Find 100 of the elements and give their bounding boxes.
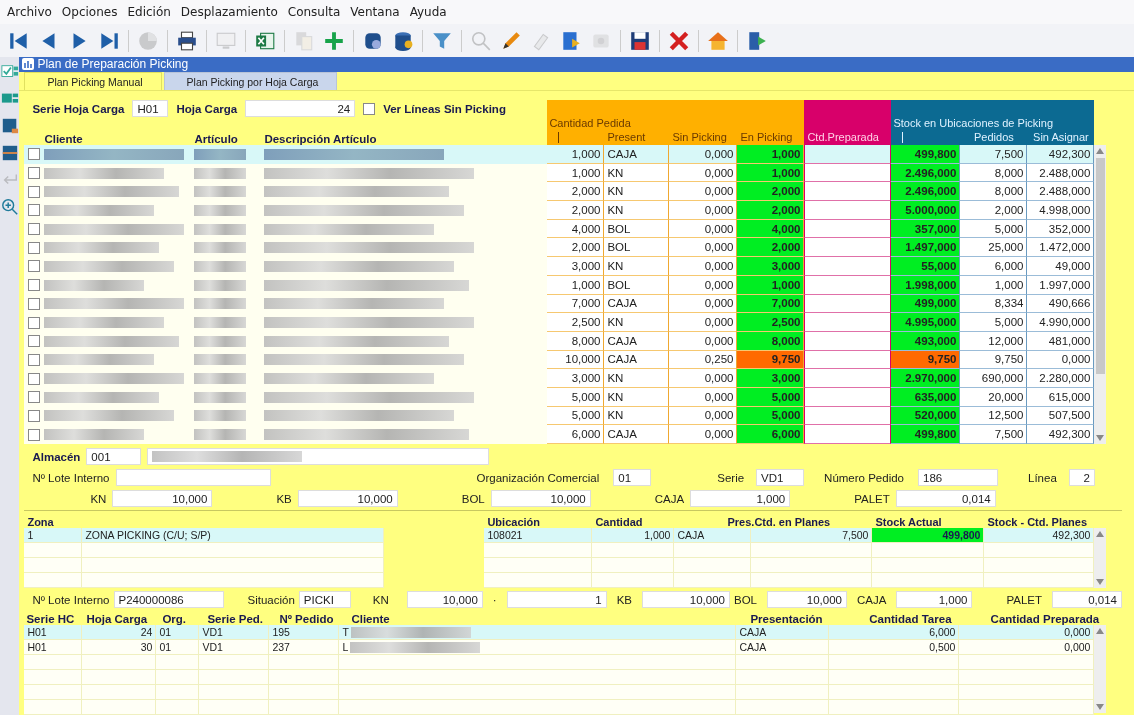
- table-row[interactable]: 2,000 KN 0,000 2,000 2.496,000 8,000 2.488,000: [24, 182, 1095, 202]
- input-field[interactable]: 10,000: [406, 591, 483, 608]
- input-field[interactable]: H01: [132, 100, 169, 117]
- menu-item[interactable]: Desplazamiento: [179, 4, 279, 20]
- group-title: Stock en Ubicaciones de Picking: [892, 117, 1054, 129]
- table-cell: 6,000: [547, 425, 605, 444]
- table-cell: 499,800: [872, 528, 985, 543]
- menu-item[interactable]: Archivo: [6, 4, 53, 20]
- field-label: Situación: [247, 593, 295, 606]
- column-header: Ubicación: [487, 516, 541, 528]
- table-cell: 6,000: [737, 425, 805, 444]
- table-cell: 0,000: [669, 238, 738, 258]
- table-cell: 1.497,000: [891, 238, 961, 258]
- table-cell: VD1: [199, 640, 270, 655]
- table-cell: 55,000: [891, 257, 961, 276]
- table-cell: 2,000: [737, 238, 805, 258]
- table-cell: 1.472,000: [1027, 238, 1095, 258]
- menu-item[interactable]: Edición: [126, 4, 172, 20]
- input-field[interactable]: 24: [245, 100, 356, 117]
- table-cell: L: [342, 641, 349, 653]
- table-cell: 3,000: [737, 369, 805, 388]
- table-cell: 2,000: [737, 201, 805, 220]
- table-cell: 0,000: [669, 145, 738, 164]
- table-cell: 492,300: [984, 528, 1095, 543]
- input-field[interactable]: 10,000: [297, 490, 398, 507]
- table-row[interactable]: 2,500 KN 0,000 2,500 4.995,000 5,000 4.990,000: [24, 313, 1095, 332]
- input-field[interactable]: 1,000: [896, 591, 973, 608]
- input-field[interactable]: 186: [918, 469, 998, 486]
- field-label: Número Pedido: [824, 471, 904, 484]
- table-cell: 2.488,000: [1027, 182, 1095, 202]
- table-cell: 3,000: [547, 369, 605, 388]
- table-cell: 492,300: [1027, 425, 1095, 444]
- input-field[interactable]: 10,000: [490, 490, 591, 507]
- table-cell: 4.998,000: [1027, 201, 1095, 220]
- table-cell: 0,000: [959, 640, 1095, 655]
- table-cell: 2,500: [737, 313, 805, 332]
- table-cell: 1,000: [592, 528, 675, 543]
- field-label: PALET: [1006, 593, 1042, 606]
- input-field[interactable]: 1,000: [690, 490, 791, 507]
- table-cell: 499,800: [891, 425, 961, 444]
- column-header: Serie HC: [25, 613, 76, 625]
- tab[interactable]: Plan Picking por Hoja Carga: [163, 72, 338, 90]
- input-field[interactable]: 2: [1068, 469, 1095, 486]
- input-field[interactable]: 10,000: [642, 591, 730, 608]
- input-field[interactable]: 1: [506, 591, 607, 608]
- input-field[interactable]: PICKI: [298, 591, 351, 608]
- table-row[interactable]: 1 ZONA PICKING (C/U; S/P) 108021 1,000 CAJA 7,500 499,800 492,300: [24, 528, 1095, 543]
- table-row[interactable]: 2,000 KN 0,000 2,000 5.000,000 2,000 4.998,000: [24, 201, 1095, 220]
- table-row[interactable]: H01 24 01 VD1 195 T CAJA 6,000 0,000: [24, 625, 1095, 640]
- table-cell: 195: [269, 625, 340, 640]
- table-cell: KN: [604, 369, 670, 388]
- menu-item[interactable]: Ayuda: [408, 4, 448, 20]
- table-cell: 0,000: [669, 201, 738, 220]
- field-label: Serie: [717, 471, 745, 484]
- menu-item[interactable]: Ventana: [349, 4, 401, 20]
- column-header: Org.: [161, 613, 188, 625]
- table-row[interactable]: 1,000 CAJA 0,000 1,000 499,800 7,500 492,300: [24, 145, 1095, 164]
- field-label: Nº Lote Interno: [32, 593, 110, 606]
- field-label: KN: [90, 492, 107, 505]
- table-cell: CAJA: [736, 640, 830, 655]
- table-cell: 7,500: [960, 145, 1028, 164]
- column-header: Descripción Artículo: [264, 133, 378, 145]
- input-field[interactable]: 10,000: [767, 591, 847, 608]
- column-header: Ctd. en Planes: [754, 516, 832, 528]
- table-cell: T: [342, 626, 349, 638]
- table-row[interactable]: 2,000 BOL 0,000 2,000 1.497,000 25,000 1.472,000: [24, 238, 1095, 258]
- table-cell: 01: [156, 640, 200, 655]
- table-cell: 5.000,000: [891, 201, 961, 220]
- input-field[interactable]: 0,014: [1052, 591, 1122, 608]
- table-row[interactable]: 3,000 KN 0,000 3,000 55,000 6,000 49,000: [24, 257, 1095, 276]
- table-cell: CAJA: [736, 625, 830, 640]
- table-cell: 492,300: [1027, 145, 1095, 164]
- field-label: CAJA: [857, 593, 887, 606]
- table-cell: 0,000: [669, 257, 738, 276]
- input-field[interactable]: 01: [613, 469, 652, 486]
- table-cell: H01: [24, 640, 83, 655]
- column-header: Ctd.Preparada: [806, 131, 880, 143]
- table-cell: 5,000: [960, 313, 1028, 332]
- column-header: En Picking: [739, 131, 794, 143]
- table-row[interactable]: H01 30 01 VD1 237 L CAJA 0,500 0,000: [24, 640, 1095, 655]
- input-field[interactable]: 0,014: [895, 490, 996, 507]
- input-field[interactable]: 001: [86, 448, 142, 465]
- table-cell: BOL: [604, 238, 670, 258]
- field-label: Nº Lote Interno: [32, 471, 110, 484]
- table-row[interactable]: 6,000 CAJA 0,000 6,000 499,800 7,500 492,300: [24, 425, 1095, 444]
- table-cell: 25,000: [960, 238, 1028, 258]
- table-cell: 2,000: [737, 182, 805, 202]
- tab[interactable]: Plan Picking Manual: [24, 72, 162, 90]
- table-row[interactable]: 3,000 KN 0,000 3,000 2.970,000 690,000 2.280,000: [24, 369, 1095, 388]
- column-header: Stock Actual: [875, 516, 943, 528]
- menu-item[interactable]: Opciones: [60, 4, 119, 20]
- input-field[interactable]: VD1: [756, 469, 805, 486]
- table-cell: CAJA: [604, 425, 670, 444]
- table-cell: 7,500: [751, 528, 873, 543]
- table-cell: 2.970,000: [891, 369, 961, 388]
- menu-item[interactable]: Consulta: [286, 4, 342, 20]
- input-field[interactable]: P240000086: [113, 591, 224, 608]
- table-cell: 49,000: [1027, 257, 1095, 276]
- input-field[interactable]: 10,000: [112, 490, 213, 507]
- table-cell: 6,000: [960, 257, 1028, 276]
